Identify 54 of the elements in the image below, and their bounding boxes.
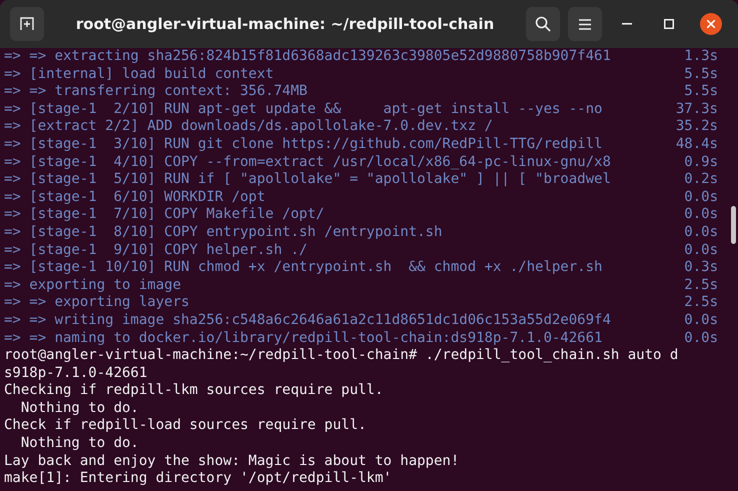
search-button[interactable]: [526, 7, 560, 41]
build-log-line: => [extract 2/2] ADD downloads/ds.apollolake-7.0.dev.txz /: [4, 118, 493, 136]
build-duration: 2.5s: [684, 294, 718, 312]
build-log-line: => [stage-1 10/10] RUN chmod +x /entrypoint.sh && chmod +x ./helper.sh: [4, 259, 602, 277]
build-log-line: => [stage-1 5/10] RUN if [ "apollolake" = "apollolake" ] || [ "broadwel: [4, 171, 611, 189]
build-log-line: => [stage-1 6/10] WORKDIR /opt: [4, 188, 266, 206]
build-log-line: => [internal] load build context: [4, 66, 274, 84]
build-duration: 0.0s: [684, 312, 718, 330]
window-title: root@angler-virtual-machine: ~/redpill-tool-chain: [74, 15, 496, 33]
build-log-line: => => transferring context: 356.74MB: [4, 83, 308, 101]
build-duration: 0.0s: [684, 224, 718, 242]
build-duration: 0.2s: [684, 171, 718, 189]
menu-button[interactable]: [568, 7, 602, 41]
build-log-line: => [stage-1 2/10] RUN apt-get update && apt-get install --yes --no: [4, 100, 602, 118]
build-duration: 0.9s: [684, 154, 718, 172]
build-duration: 5.5s: [684, 66, 718, 84]
scrollbar-thumb[interactable]: [731, 206, 736, 244]
build-duration: 2.5s: [684, 276, 718, 294]
menu-icon: [579, 18, 591, 30]
maximize-icon: [664, 19, 674, 29]
terminal-output-line: Checking if redpill-lkm sources require pull.: [4, 382, 384, 400]
build-duration: 0.3s: [684, 259, 718, 277]
new-tab-button[interactable]: [10, 7, 44, 41]
build-duration: 0.0s: [684, 242, 718, 260]
terminal-output-line: root@angler-virtual-machine:~/redpill-tool-chain# ./redpill_tool_chain.sh auto d: [4, 347, 678, 365]
build-duration: 0.0s: [684, 206, 718, 224]
close-icon: [707, 20, 715, 28]
terminal-output-line: Check if redpill-load sources require pull.: [4, 417, 366, 436]
build-log-line: => => writing image sha256:c548a6c2646a61a2c11d8651dc1d06c153a55d2e069f4: [4, 312, 611, 330]
build-log-line: => [stage-1 4/10] COPY --from=extract /usr/local/x86_64-pc-linux-gnu/x8: [4, 154, 611, 172]
build-duration: 0.0s: [684, 330, 718, 348]
build-log-line: => [stage-1 9/10] COPY helper.sh ./: [4, 242, 308, 260]
build-log-line: => exporting to image: [4, 276, 182, 294]
close-button[interactable]: [700, 13, 722, 35]
build-duration: 35.2s: [676, 118, 718, 136]
build-log-line: => [stage-1 8/10] COPY entrypoint.sh /entrypoint.sh: [4, 224, 442, 242]
terminal-output-line: make[1]: Entering directory '/opt/redpill-lkm': [4, 470, 392, 488]
build-log-line: => => exporting layers: [4, 294, 190, 312]
build-duration: 37.3s: [676, 100, 718, 118]
minimize-icon: [622, 23, 632, 25]
terminal-output-line: Nothing to do.: [20, 435, 139, 453]
terminal-output-line: s918p-7.1.0-42661: [4, 364, 148, 382]
terminal-output-line: Lay back and enjoy the show: Magic is about to happen!: [4, 452, 460, 470]
build-log-line: => => naming to docker.io/library/redpill-tool-chain:ds918p-7.1.0-42661: [4, 330, 602, 348]
build-log-line: => => extracting sha256:824b15f81d6368adc139263c39805e52d9880758b907f461: [4, 48, 611, 66]
new-tab-icon: [20, 17, 34, 31]
build-duration: 48.4s: [676, 136, 718, 154]
terminal-output-line: Nothing to do.: [20, 400, 139, 418]
build-log-line: => [stage-1 7/10] COPY Makefile /opt/: [4, 206, 324, 224]
build-duration: 1.3s: [684, 48, 718, 66]
build-log-line: => [stage-1 3/10] RUN git clone https://github.com/RedPill-TTG/redpill: [4, 136, 602, 154]
search-icon: [535, 16, 551, 32]
build-duration: 0.0s: [684, 188, 718, 206]
build-duration: 5.5s: [684, 83, 718, 101]
